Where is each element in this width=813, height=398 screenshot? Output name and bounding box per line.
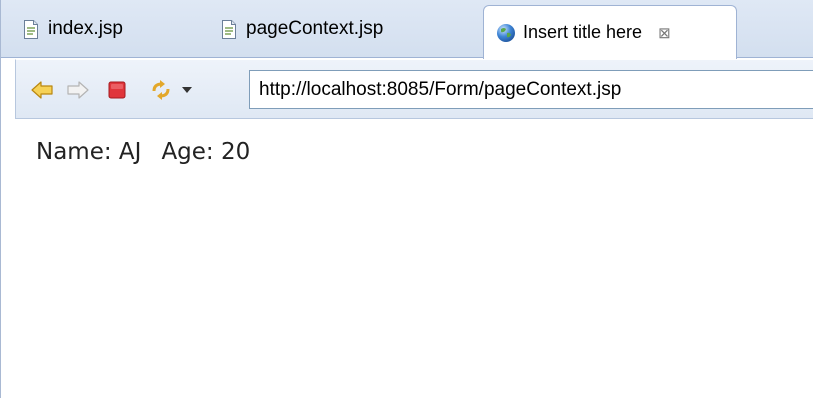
tab-pagecontext-jsp[interactable]: pageContext.jsp (221, 0, 383, 58)
stop-icon[interactable] (104, 77, 130, 103)
close-tab-icon[interactable]: ⊠ (658, 24, 671, 42)
jsp-file-icon (221, 19, 237, 39)
tab-label: pageContext.jsp (246, 18, 384, 39)
page-content: Name: AJ Age: 20 (15, 119, 813, 398)
dropdown-triangle-icon[interactable] (179, 77, 195, 103)
back-arrow-icon[interactable] (29, 77, 55, 103)
page-output: Name: AJ Age: 20 (36, 139, 250, 165)
url-input[interactable] (249, 70, 813, 109)
jsp-file-icon (23, 19, 39, 39)
tab-label: index.jsp (48, 18, 123, 39)
browser-window: index.jsp pageContext.jsp Insert title h… (0, 0, 813, 398)
refresh-icon[interactable] (148, 77, 174, 103)
name-text: Name: AJ (36, 139, 142, 165)
tab-label: Insert title here (523, 22, 643, 42)
tab-bar: index.jsp pageContext.jsp Insert title h… (1, 0, 813, 59)
tab-insert-title-here[interactable]: Insert title here ⊠ (483, 5, 737, 59)
navigation-toolbar (15, 59, 813, 119)
globe-icon (496, 23, 516, 43)
tab-index-jsp[interactable]: index.jsp (23, 0, 123, 58)
age-text: Age: 20 (161, 139, 251, 165)
forward-arrow-icon[interactable] (65, 77, 91, 103)
